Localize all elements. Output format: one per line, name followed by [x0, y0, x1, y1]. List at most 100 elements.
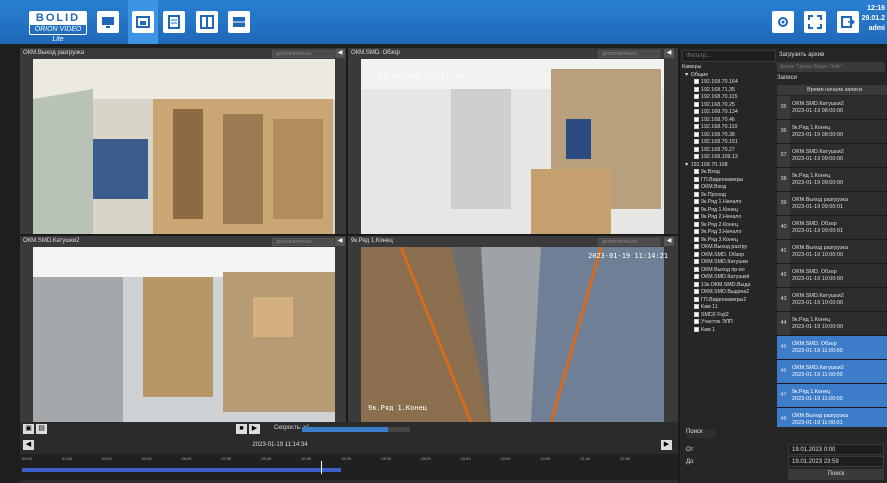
record-row[interactable]: 45 ОКМ.SMD. Обзор 2023-01-19 11:00:00: [777, 336, 887, 360]
tree-item[interactable]: ОКМ.SMD.Катушкиl: [682, 274, 776, 282]
tree-item[interactable]: ГП.Видеокамеры: [682, 177, 776, 185]
tree-item[interactable]: ГП.Видеокамеры2: [682, 297, 776, 305]
timeline-cursor[interactable]: [320, 461, 322, 474]
to-input[interactable]: 19.01.2023 23:59: [788, 456, 884, 467]
camera-checkbox[interactable]: [694, 101, 699, 107]
cell-arrow-button[interactable]: ◀: [335, 49, 345, 58]
tree-item[interactable]: 192.168.70.151: [682, 139, 776, 147]
exit-icon[interactable]: [837, 11, 859, 33]
tree-item[interactable]: 13к.ОКМ.SMD.Выда: [682, 282, 776, 290]
record-row[interactable]: 42 ОКМ.SMD. Обзор 2023-01-19 10:00:00: [777, 264, 887, 288]
camera-checkbox[interactable]: [694, 319, 699, 325]
camera-checkbox[interactable]: [694, 146, 699, 152]
camera-checkbox[interactable]: [694, 259, 699, 265]
tree-item[interactable]: ОКМ.SMD.Выдача2: [682, 289, 776, 297]
record-row[interactable]: 46 ОКМ.SMD.Катушки2 2023-01-19 11:00:00: [777, 360, 887, 384]
video-cell-1[interactable]: ОКМ.Выход разгрузка дополнительно ◀: [20, 48, 346, 234]
video-cell-2[interactable]: ОКМ.SMD. Обзор дополнительно ◀ 01/19/202…: [348, 48, 678, 234]
tree-item[interactable]: 9к.Проход: [682, 192, 776, 200]
camera-checkbox[interactable]: [694, 139, 699, 145]
search-button[interactable]: Поиск: [788, 469, 884, 480]
fullscreen-icon[interactable]: [804, 11, 826, 33]
tree-item[interactable]: 9к.Вход: [682, 169, 776, 177]
export-button[interactable]: ▤: [36, 424, 47, 434]
expander-icon[interactable]: ▼: [684, 72, 691, 78]
tree-item[interactable]: 9к.Ряд 1.Начало: [682, 199, 776, 207]
video-cell-3[interactable]: ОКМ.SMD.Катушки2 дополнительно ◀: [20, 236, 346, 422]
speed-slider[interactable]: [302, 427, 410, 432]
record-row[interactable]: 35 ОКМ.SMD.Катушки2 2023-01-19 08:00:00: [777, 96, 887, 120]
tree-item[interactable]: 192.168.70.38: [682, 132, 776, 140]
camera-checkbox[interactable]: [694, 289, 699, 295]
tree-item[interactable]: ▼ Общие: [682, 72, 776, 80]
camera-checkbox[interactable]: [694, 109, 699, 115]
camera-checkbox[interactable]: [694, 229, 699, 235]
expander-icon[interactable]: ▼: [684, 162, 691, 168]
camera-checkbox[interactable]: [694, 124, 699, 130]
record-row[interactable]: 39 ОКМ.Выход разгрузка 2023-01-19 09:00:01: [777, 192, 887, 216]
camera-checkbox[interactable]: [694, 251, 699, 257]
camera-checkbox[interactable]: [694, 176, 699, 182]
camera-checkbox[interactable]: [694, 86, 699, 92]
cell-dropdown[interactable]: дополнительно: [272, 238, 334, 246]
tree-item[interactable]: 192.168.70.164: [682, 79, 776, 87]
tree-item[interactable]: Кам 11: [682, 304, 776, 312]
record-row[interactable]: 43 ОКМ.SMD.Катушки2 2023-01-19 10:00:00: [777, 288, 887, 312]
camera-checkbox[interactable]: [694, 311, 699, 317]
camera-checkbox[interactable]: [694, 266, 699, 272]
tree-item[interactable]: 192.168.71.35: [682, 87, 776, 95]
tree-item[interactable]: 192.168.70.46: [682, 117, 776, 125]
camera-checkbox[interactable]: [694, 206, 699, 212]
record-row[interactable]: 37 ОКМ.SMD.Катушки2 2023-01-19 09:00:00: [777, 144, 887, 168]
cell-dropdown[interactable]: дополнительно: [272, 50, 334, 58]
record-row[interactable]: 47 9к.Ряд 1.Конец 2023-01-19 11:00:00: [777, 384, 887, 408]
camera-checkbox[interactable]: [694, 214, 699, 220]
camera-checkbox[interactable]: [694, 154, 699, 160]
tree-item[interactable]: 9к.Ряд 2.Конец: [682, 222, 776, 230]
camera-checkbox[interactable]: [694, 274, 699, 280]
settings-icon[interactable]: [772, 11, 794, 33]
snapshot-button[interactable]: ▣: [23, 424, 34, 434]
tree-item[interactable]: SMD2 Fuji2: [682, 312, 776, 320]
tree-item[interactable]: ▼ 192.168.70.108: [682, 162, 776, 170]
video-cell-4[interactable]: 9к.Ряд 1.Конец дополнительно ◀ 2023-01-1…: [348, 236, 678, 422]
camera-checkbox[interactable]: [694, 221, 699, 227]
tree-item[interactable]: ОКМ.SMD. Обзор: [682, 252, 776, 260]
camera-checkbox[interactable]: [694, 116, 699, 122]
camera-checkbox[interactable]: [694, 296, 699, 302]
from-input[interactable]: 19.01.2023 0:00: [788, 444, 884, 455]
record-row[interactable]: 44 9к.Ряд 1.Конец 2023-01-19 10:00:00: [777, 312, 887, 336]
tree-item[interactable]: 9к.Ряд 3.Начало: [682, 229, 776, 237]
archive-select[interactable]: Архив "Орион Видео Лайт": [777, 62, 885, 72]
record-row[interactable]: 36 9к.Ряд 1.Конец 2023-01-19 08:00:00: [777, 120, 887, 144]
tree-item[interactable]: 9к.Ряд 1.Конец: [682, 207, 776, 215]
document-icon[interactable]: [163, 11, 185, 33]
camera-checkbox[interactable]: [694, 79, 699, 85]
timeline[interactable]: 00:00 01:30 03:00 04:30 06:00 07:30 09:00 10:30…: [20, 454, 678, 480]
tree-item[interactable]: 192.168.70.134: [682, 109, 776, 117]
record-row[interactable]: 40 ОКМ.SMD. Обзор 2023-01-19 09:00:01: [777, 216, 887, 240]
tree-item[interactable]: 192.168.70.25: [682, 102, 776, 110]
layout-icon[interactable]: [196, 11, 218, 33]
search-tab[interactable]: Поиск: [686, 429, 716, 438]
tree-item[interactable]: ОКМ.SMD.Катушки: [682, 259, 776, 267]
camera-checkbox[interactable]: [694, 169, 699, 175]
record-row[interactable]: 38 9к.Ряд 1.Конец 2023-01-19 09:00:00: [777, 168, 887, 192]
tree-item[interactable]: Участок ЭЛП: [682, 319, 776, 327]
stop-button[interactable]: ■: [236, 424, 247, 434]
camera-icon[interactable]: [132, 11, 154, 33]
tree-item[interactable]: ОКМ.Выход пр-во: [682, 267, 776, 275]
cell-dropdown[interactable]: дополнительно: [598, 50, 660, 58]
tree-item[interactable]: 192.168.70.110: [682, 124, 776, 132]
cell-arrow-button[interactable]: ◀: [664, 237, 674, 246]
tree-item[interactable]: Кам 1: [682, 327, 776, 335]
tree-item[interactable]: ОКМ.Вход: [682, 184, 776, 192]
camera-checkbox[interactable]: [694, 94, 699, 100]
camera-checkbox[interactable]: [694, 304, 699, 310]
tree-item[interactable]: 192.168.70.115: [682, 94, 776, 102]
camera-checkbox[interactable]: [694, 131, 699, 137]
tree-item[interactable]: 9к.Ряд 3.Конец: [682, 237, 776, 245]
camera-checkbox[interactable]: [694, 326, 699, 332]
camera-checkbox[interactable]: [694, 199, 699, 205]
camera-checkbox[interactable]: [694, 244, 699, 250]
